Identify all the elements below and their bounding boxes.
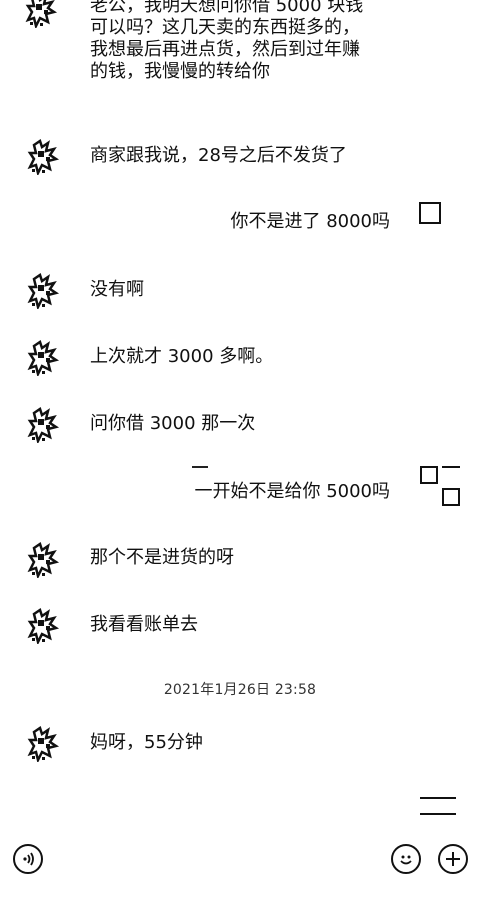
my-avatar-partial	[420, 797, 460, 815]
message-text: 没有啊	[90, 279, 144, 300]
contact-avatar[interactable]	[26, 407, 60, 443]
contact-avatar[interactable]	[26, 139, 60, 175]
my-avatar[interactable]	[419, 202, 441, 224]
message-text: 一开始不是给你 5000吗	[194, 481, 390, 502]
voice-icon	[23, 852, 34, 866]
emoji-icon[interactable]	[391, 844, 421, 874]
decorative-mark	[192, 466, 208, 468]
message-text: 你不是进了 8000吗	[230, 211, 390, 232]
voice-icon[interactable]	[13, 844, 43, 874]
message-text: 那个不是进货的呀	[90, 547, 234, 568]
message-text: 我看看账单去	[90, 614, 198, 635]
contact-avatar[interactable]	[26, 608, 60, 644]
message-text: 妈呀，55分钟	[90, 732, 203, 753]
plus-icon[interactable]	[438, 844, 468, 874]
contact-avatar[interactable]	[24, 0, 58, 28]
emoji-icon	[400, 855, 412, 865]
plus-icon	[446, 852, 460, 866]
contact-avatar[interactable]	[26, 726, 60, 762]
message-text: 上次就才 3000 多啊。	[90, 346, 274, 367]
my-avatar[interactable]	[420, 466, 462, 508]
contact-avatar[interactable]	[26, 542, 60, 578]
input-toolbar	[0, 830, 480, 905]
contact-avatar[interactable]	[26, 340, 60, 376]
contact-avatar[interactable]	[26, 273, 60, 309]
message-text: 商家跟我说，28号之后不发货了	[90, 145, 347, 166]
message-timestamp: 2021年1月26日 23:58	[163, 682, 317, 698]
message-text: 老公，我明天想问你借 5000 块钱 可以吗？这几天卖的东西挺多的， 我想最后再…	[90, 0, 364, 82]
message-text: 问你借 3000 那一次	[90, 413, 256, 434]
